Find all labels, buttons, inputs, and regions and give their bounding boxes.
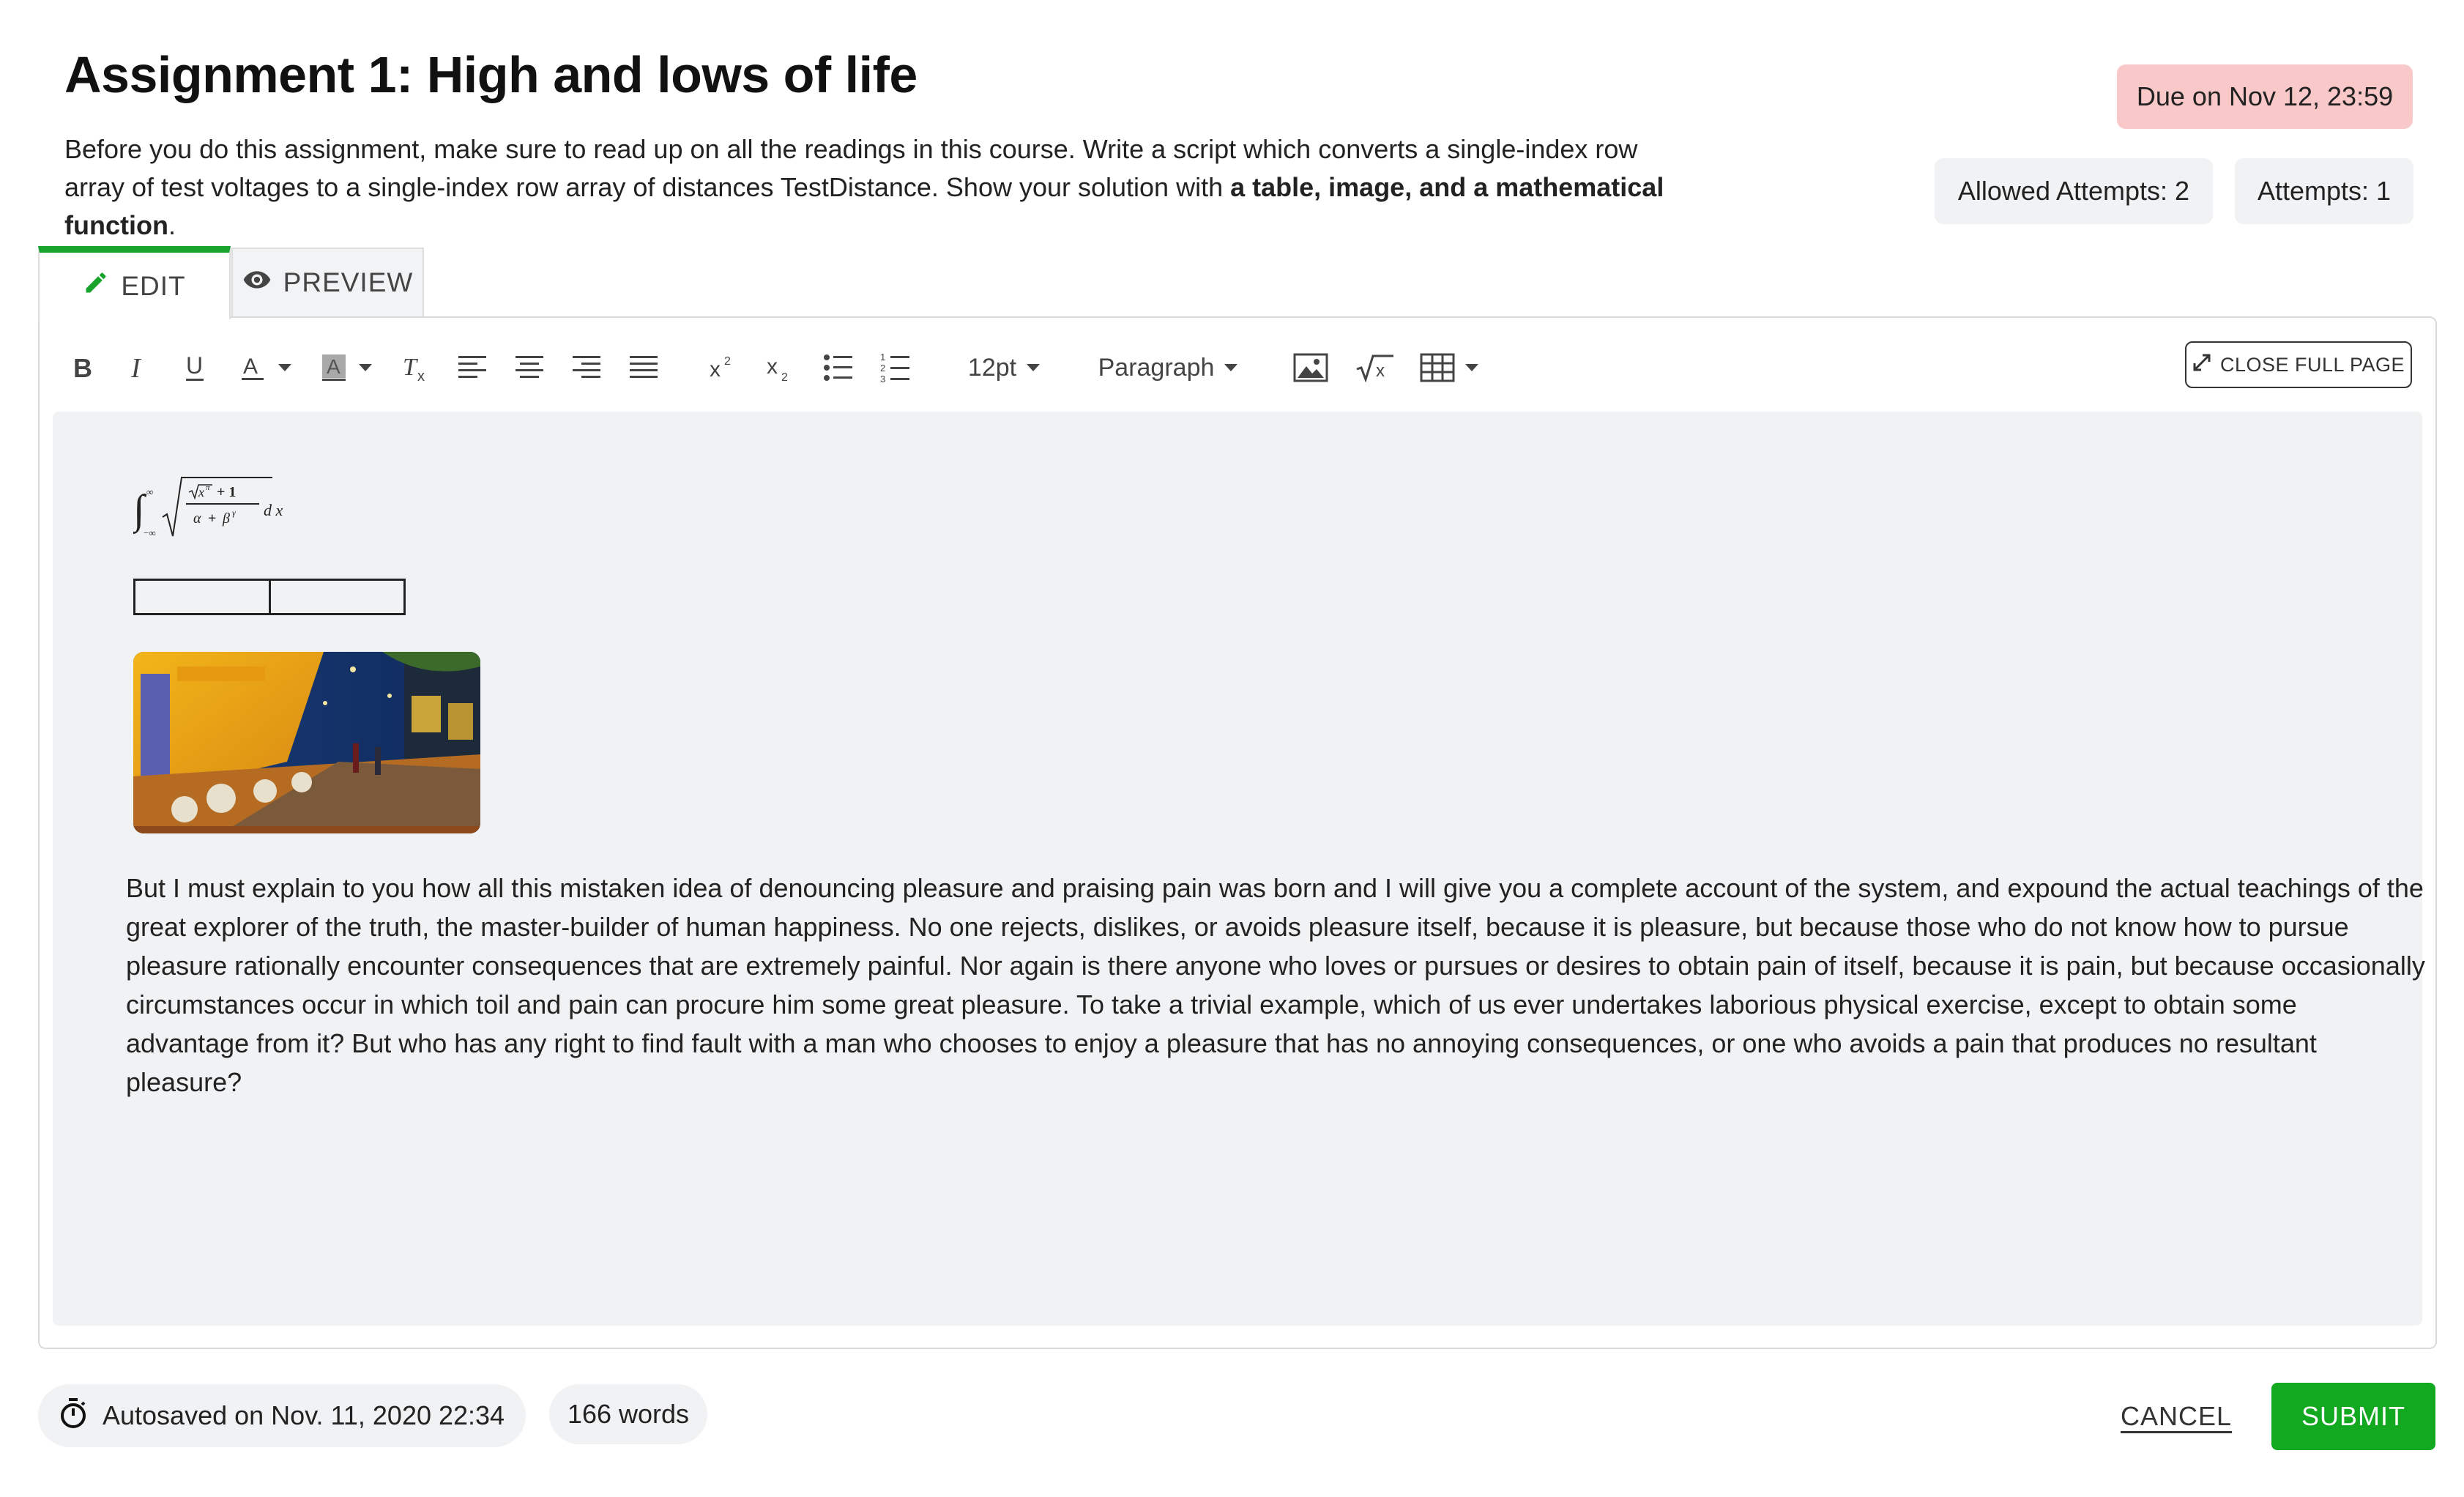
chevron-down-icon [1465,364,1478,371]
align-left-icon[interactable] [454,346,491,390]
svg-text:A: A [327,355,340,378]
table-row [133,579,406,615]
svg-text:x: x [198,485,204,499]
svg-text:3: 3 [880,374,885,384]
svg-text:T: T [403,354,418,381]
tab-edit-label: EDIT [121,270,186,301]
chevron-down-icon [278,364,291,371]
svg-text:B: B [73,354,92,381]
underline-icon[interactable]: U [179,346,211,390]
table-cell[interactable] [268,579,406,615]
svg-text:x: x [417,368,425,382]
attempts-badge: Attempts: 1 [2235,158,2413,224]
close-full-page-button[interactable]: CLOSE FULL PAGE [2185,341,2412,388]
tab-preview-label: PREVIEW [283,267,414,297]
table-icon[interactable] [1416,346,1482,390]
svg-text:A: A [243,354,258,379]
subscript-icon[interactable]: x2 [762,346,798,390]
chevron-down-icon [359,364,372,371]
assignment-description: Before you do this assignment, make sure… [64,130,1705,245]
tab-edit[interactable]: EDIT [38,246,231,319]
expand-arrows-icon [2192,353,2211,377]
stopwatch-icon [59,1397,88,1435]
svg-text:x: x [710,357,721,382]
chevron-down-icon [1224,364,1238,371]
highlight-color-icon[interactable]: A [315,346,376,390]
chevron-down-icon [1027,364,1041,371]
svg-text:x: x [1376,361,1385,381]
svg-text:+: + [208,510,216,527]
image-icon[interactable] [1290,346,1331,390]
clear-format-icon[interactable]: Tx [397,346,433,390]
block-format-value: Paragraph [1098,353,1215,382]
table-cell[interactable] [133,579,271,615]
bold-icon[interactable]: B [66,346,98,390]
svg-text:+ 1: + 1 [217,484,236,500]
word-count: 166 words [549,1384,707,1444]
svg-text:β: β [222,510,230,527]
block-format-select[interactable]: Paragraph [1091,346,1245,390]
math-formula[interactable]: ∫ ∞ −∞ x π + 1 α + β γ d x [131,473,294,550]
svg-text:U: U [186,353,203,379]
inserted-image[interactable] [133,652,480,833]
svg-text:2: 2 [781,371,788,384]
submit-button[interactable]: SUBMIT [2271,1383,2435,1450]
text-color-icon[interactable]: A [234,346,296,390]
svg-text:x: x [767,354,778,379]
cancel-button[interactable]: CANCEL [2121,1389,2232,1444]
svg-text:−∞: −∞ [144,527,156,538]
svg-text:2: 2 [724,355,731,368]
due-date-badge: Due on Nov 12, 23:59 [2117,64,2413,129]
italic-icon[interactable]: I [123,346,155,390]
svg-text:π: π [206,483,210,492]
bullet-list-icon[interactable] [820,346,857,390]
svg-text:d x: d x [264,501,283,519]
numbered-list-icon[interactable]: 123 [877,346,914,390]
tab-preview[interactable]: PREVIEW [231,248,424,316]
autosave-text: Autosaved on Nov. 11, 2020 22:34 [103,1400,505,1430]
pencil-icon [83,270,109,302]
inserted-table[interactable] [133,579,406,615]
superscript-icon[interactable]: x2 [704,346,741,390]
description-end: . [168,210,176,240]
align-justify-icon[interactable] [625,346,662,390]
svg-text:∞: ∞ [146,486,153,497]
allowed-attempts-badge: Allowed Attempts: 2 [1935,158,2213,224]
svg-text:γ: γ [232,508,236,518]
align-center-icon[interactable] [511,346,548,390]
math-icon[interactable]: x [1353,346,1397,390]
align-right-icon[interactable] [568,346,605,390]
editor-content-area[interactable]: ∫ ∞ −∞ x π + 1 α + β γ d x But I must ex… [53,412,2425,1326]
body-text: But I must explain to you how all this m… [126,873,2425,1097]
svg-text:1: 1 [880,352,885,363]
svg-text:2: 2 [880,363,885,374]
eye-icon [242,265,272,301]
font-size-select[interactable]: 12pt [958,346,1050,390]
svg-text:I: I [130,354,142,381]
editor-toolbar: B I U A A Tx x2 x2 123 12pt Paragraph x … [38,316,2437,412]
page-title: Assignment 1: High and lows of life [64,46,918,103]
close-full-page-label: CLOSE FULL PAGE [2219,353,2405,376]
autosave-status: Autosaved on Nov. 11, 2020 22:34 [38,1384,526,1447]
svg-text:α: α [193,510,201,527]
font-size-value: 12pt [967,353,1017,382]
